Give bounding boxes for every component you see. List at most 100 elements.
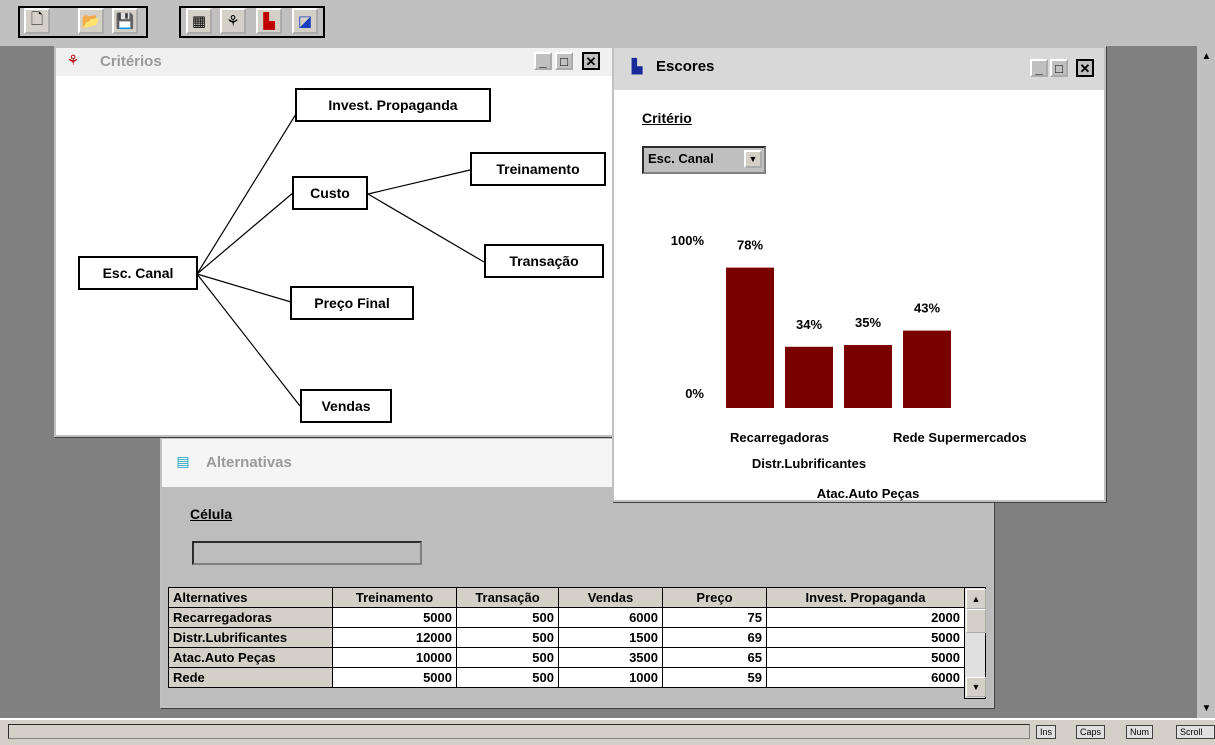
app-toolbar: 🗋 📂 💾 ▦ ⚘ ▙ ◪ xyxy=(0,0,1215,47)
criterios-title: Critérios xyxy=(100,53,162,70)
table-cell[interactable]: 5000 xyxy=(766,627,965,648)
col-header-treinamento[interactable]: Treinamento xyxy=(332,587,457,608)
table-cell[interactable]: 3500 xyxy=(558,647,663,668)
tree-link xyxy=(367,193,485,263)
escores-minimize-button[interactable]: _ xyxy=(1030,59,1048,77)
table-cell[interactable]: 500 xyxy=(456,607,559,628)
bar-0[interactable] xyxy=(726,267,774,408)
col-header-invest[interactable]: Invest. Propaganda xyxy=(766,587,965,608)
node-custo[interactable]: Custo xyxy=(292,176,368,210)
criterios-minimize-button[interactable]: _ xyxy=(534,52,552,70)
grid-scrollbar[interactable]: ▲ ▼ xyxy=(964,587,986,699)
bar-value-label: 78% xyxy=(737,238,763,253)
table-cell[interactable]: 12000 xyxy=(332,627,457,648)
table-row: Recarregadoras 5000 500 6000 75 2000 xyxy=(168,607,965,628)
col-header-alternatives[interactable]: Alternatives xyxy=(168,587,333,608)
row-header[interactable]: Atac.Auto Peças xyxy=(168,647,333,668)
grid-header-row: Alternatives Treinamento Transação Venda… xyxy=(168,587,965,608)
status-num: Num xyxy=(1126,725,1154,739)
table-cell[interactable]: 1500 xyxy=(558,627,663,648)
save-button[interactable]: 💾 xyxy=(112,8,138,34)
new-document-button[interactable]: 🗋 xyxy=(24,8,50,34)
grid-scroll-thumb[interactable] xyxy=(966,609,986,633)
tree-icon: ⚘ xyxy=(226,12,240,30)
chevron-down-icon[interactable]: ▼ xyxy=(744,150,762,168)
row-header[interactable]: Rede xyxy=(168,667,333,688)
celula-input[interactable] xyxy=(192,541,422,565)
table-cell[interactable]: 2000 xyxy=(766,607,965,628)
bar-chart-button[interactable]: ▙ xyxy=(256,8,282,34)
status-ins: Ins xyxy=(1036,725,1057,739)
node-invest-propaganda[interactable]: Invest. Propaganda xyxy=(295,88,491,122)
criterio-select[interactable]: Esc. Canal ▼ xyxy=(642,146,766,174)
criterios-close-button[interactable]: ✕ xyxy=(582,52,600,70)
row-header[interactable]: Distr.Lubrificantes xyxy=(168,627,333,648)
hierarchy-icon: ⚘ xyxy=(66,53,80,69)
escores-titlebar[interactable]: ▙ Escores _ □ ✕ xyxy=(614,48,1104,90)
col-header-vendas[interactable]: Vendas xyxy=(558,587,663,608)
status-caps: Caps xyxy=(1076,725,1106,739)
table-cell[interactable]: 65 xyxy=(662,647,767,668)
escores-maximize-button[interactable]: □ xyxy=(1050,59,1068,77)
line-chart-button[interactable]: ◪ xyxy=(292,8,318,34)
table-row: Atac.Auto Peças 10000 500 3500 65 5000 xyxy=(168,647,965,668)
criterios-titlebar[interactable]: ⚘ Critérios _ □ ✕ xyxy=(56,48,612,76)
x-category-label: Distr.Lubrificantes xyxy=(752,456,866,471)
bar-value-label: 34% xyxy=(796,317,822,332)
node-vendas[interactable]: Vendas xyxy=(300,389,392,423)
table-cell[interactable]: 10000 xyxy=(332,647,457,668)
table-cell[interactable]: 5000 xyxy=(332,667,457,688)
status-message-field xyxy=(8,724,1030,739)
table-row: Distr.Lubrificantes 12000 500 1500 69 50… xyxy=(168,627,965,648)
bar-2[interactable] xyxy=(844,345,892,408)
criterio-label: Critério xyxy=(642,110,692,126)
node-treinamento[interactable]: Treinamento xyxy=(470,152,606,186)
table-cell[interactable]: 500 xyxy=(456,647,559,668)
y-axis-label-top: 100% xyxy=(671,233,705,248)
main-vertical-scrollbar[interactable]: ▲ ▼ xyxy=(1196,46,1215,718)
new-document-icon: 🗋 xyxy=(30,9,44,28)
open-button[interactable]: 📂 xyxy=(78,8,104,34)
node-esc-canal[interactable]: Esc. Canal xyxy=(78,256,198,290)
bar-value-label: 43% xyxy=(914,301,940,316)
y-axis-label-bottom: 0% xyxy=(685,386,704,401)
bar-3[interactable] xyxy=(903,330,951,408)
table-cell[interactable]: 500 xyxy=(456,667,559,688)
table-cell[interactable]: 69 xyxy=(662,627,767,648)
table-cell[interactable]: 75 xyxy=(662,607,767,628)
alternatives-grid: Alternatives Treinamento Transação Venda… xyxy=(168,587,965,688)
escores-title: Escores xyxy=(656,58,715,75)
node-preco-final[interactable]: Preço Final xyxy=(290,286,414,320)
tree-link xyxy=(196,113,297,275)
col-header-preco[interactable]: Preço xyxy=(662,587,767,608)
table-cell[interactable]: 6000 xyxy=(558,607,663,628)
grid-view-button[interactable]: ▦ xyxy=(186,8,212,34)
x-category-label: Recarregadoras xyxy=(730,430,829,445)
scroll-down-icon[interactable]: ▼ xyxy=(1197,698,1215,718)
bar-1[interactable] xyxy=(785,346,833,408)
criterios-maximize-button[interactable]: □ xyxy=(555,52,573,70)
celula-label: Célula xyxy=(190,506,233,522)
scroll-up-icon[interactable]: ▲ xyxy=(1197,46,1215,66)
criterios-window: ⚘ Critérios _ □ ✕ Esc. Canal Invest. Pro… xyxy=(54,46,614,437)
table-cell[interactable]: 59 xyxy=(662,667,767,688)
table-cell[interactable]: 6000 xyxy=(766,667,965,688)
escores-close-button[interactable]: ✕ xyxy=(1076,59,1094,77)
escores-window: ▙ Escores _ □ ✕ Critério Esc. Canal ▼ 10… xyxy=(612,46,1106,502)
grid-scroll-down-icon[interactable]: ▼ xyxy=(966,677,986,697)
bar-value-label: 35% xyxy=(855,315,881,330)
tree-link xyxy=(367,169,471,195)
table-cell[interactable]: 500 xyxy=(456,627,559,648)
x-category-label: Atac.Auto Peças xyxy=(817,486,920,501)
criterio-select-value: Esc. Canal xyxy=(648,151,714,166)
table-cell[interactable]: 1000 xyxy=(558,667,663,688)
col-header-transacao[interactable]: Transação xyxy=(456,587,559,608)
row-header[interactable]: Recarregadoras xyxy=(168,607,333,628)
table-cell[interactable]: 5000 xyxy=(766,647,965,668)
grid-scroll-up-icon[interactable]: ▲ xyxy=(966,589,986,609)
line-chart-icon: ◪ xyxy=(297,12,313,30)
tree-view-button[interactable]: ⚘ xyxy=(220,8,246,34)
table-cell[interactable]: 5000 xyxy=(332,607,457,628)
tree-link xyxy=(196,191,295,275)
node-transacao[interactable]: Transação xyxy=(484,244,604,278)
